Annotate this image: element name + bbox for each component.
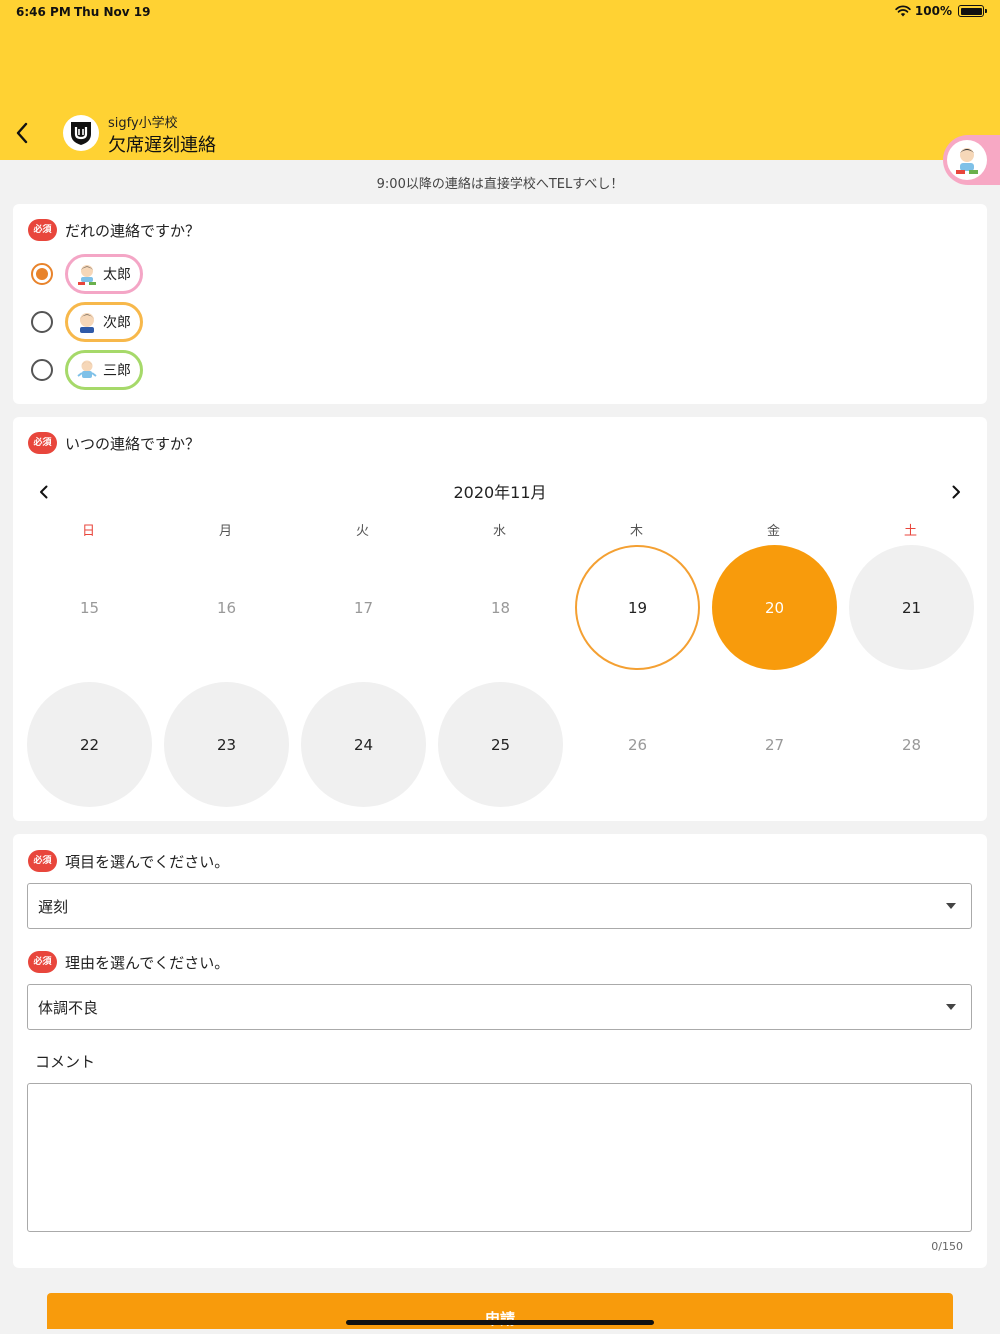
calendar-day[interactable]: 22 [27, 682, 152, 807]
required-badge: 必須 [28, 432, 57, 454]
item-select[interactable]: 遅刻 [27, 883, 972, 929]
weekday-label: 日 [81, 524, 95, 539]
calendar-day: 27 [764, 735, 785, 754]
child-avatar-icon [956, 148, 978, 174]
dropdown-arrow-icon [946, 1004, 956, 1010]
weekday-label: 火 [355, 524, 369, 539]
required-badge: 必須 [28, 951, 57, 973]
when-question-row: 必須 いつの連絡ですか？ [28, 432, 200, 454]
wifi-icon [895, 5, 911, 17]
child-option[interactable]: 次郎 [31, 302, 143, 342]
comment-label: コメント [35, 1053, 96, 1071]
when-card: 必須 いつの連絡ですか？ 2020年11月 日 月 火 水 木 金 土 15 16 17 18 19… [13, 417, 987, 821]
required-badge: 必須 [28, 850, 57, 872]
child-name: 三郎 [103, 363, 131, 379]
child-avatar-icon [77, 360, 97, 378]
item-select-value: 遅刻 [38, 897, 69, 916]
chevron-right-icon [952, 485, 960, 499]
calendar-day[interactable]: 25 [438, 682, 563, 807]
calendar-day: 17 [353, 598, 374, 617]
battery-icon [958, 5, 987, 17]
chevron-left-icon [16, 122, 28, 144]
child-pill: 太郎 [65, 254, 143, 294]
child-option[interactable]: 太郎 [31, 254, 143, 294]
who-card: 必須 だれの連絡ですか？ 太郎 次郎 三郎 [13, 204, 987, 404]
character-counter: 0/150 [931, 1240, 963, 1253]
notice-banner: 9:00以降の連絡は直接学校へTELすべし！ [376, 177, 624, 192]
reason-select[interactable]: 体調不良 [27, 984, 972, 1030]
item-question-row: 必須 項目を選んでください。 [28, 850, 229, 872]
home-indicator [346, 1320, 654, 1325]
calendar-day: 18 [490, 598, 511, 617]
calendar-day[interactable]: 24 [301, 682, 426, 807]
reason-question: 理由を選んでください。 [65, 953, 230, 972]
calendar-day[interactable]: 21 [849, 545, 974, 670]
child-radio[interactable] [31, 263, 53, 285]
child-name: 太郎 [103, 267, 131, 283]
child-name: 次郎 [103, 315, 131, 331]
item-question: 項目を選んでください。 [65, 852, 230, 871]
calendar-day[interactable]: 19 [575, 545, 700, 670]
calendar-day: 28 [901, 735, 922, 754]
calendar-month: 2020年11月 [453, 483, 547, 502]
next-week-button[interactable] [941, 477, 971, 507]
calendar-day[interactable]: 20 [712, 545, 837, 670]
who-question: だれの連絡ですか？ [65, 221, 201, 240]
child-avatar-icon [80, 313, 94, 333]
battery-percent: 100% [914, 4, 952, 18]
weekday-label: 土 [903, 524, 917, 539]
status-time: 6:46 PM [16, 5, 71, 19]
when-question: いつの連絡ですか？ [65, 434, 201, 453]
status-date: Thu Nov 19 [74, 5, 151, 19]
school-crest-icon [71, 122, 91, 145]
who-question-row: 必須 だれの連絡ですか？ [28, 219, 200, 241]
child-pill: 三郎 [65, 350, 143, 390]
details-card: 必須 項目を選んでください。 遅刻 必須 理由を選んでください。 体調不良 コメ… [13, 834, 987, 1268]
child-option[interactable]: 三郎 [31, 350, 143, 390]
back-button[interactable] [8, 118, 36, 148]
calendar-day: 16 [216, 598, 237, 617]
calendar-day[interactable]: 23 [164, 682, 289, 807]
child-pill: 次郎 [65, 302, 143, 342]
weekday-label: 水 [492, 524, 506, 539]
weekday-label: 木 [629, 524, 643, 539]
reason-question-row: 必須 理由を選んでください。 [28, 951, 229, 973]
calendar-day: 15 [79, 598, 100, 617]
status-indicators: 100% [895, 4, 987, 18]
child-radio[interactable] [31, 311, 53, 333]
reason-select-value: 体調不良 [38, 998, 99, 1017]
child-radio[interactable] [31, 359, 53, 381]
calendar-day: 26 [627, 735, 648, 754]
child-avatar-icon [78, 265, 96, 285]
dropdown-arrow-icon [946, 903, 956, 909]
school-logo [63, 115, 99, 151]
app-header: 6:46 PM Thu Nov 19 100% sigfy小学校 欠席遅刻連絡 [0, 0, 1000, 185]
school-name: sigfy小学校 [108, 116, 178, 131]
page-title: 欠席遅刻連絡 [108, 135, 216, 156]
status-bar: 6:46 PM Thu Nov 19 100% [0, 0, 1000, 24]
comment-textarea[interactable] [27, 1083, 972, 1232]
weekday-label: 金 [766, 524, 780, 539]
weekday-label: 月 [218, 524, 232, 539]
required-badge: 必須 [28, 219, 57, 241]
